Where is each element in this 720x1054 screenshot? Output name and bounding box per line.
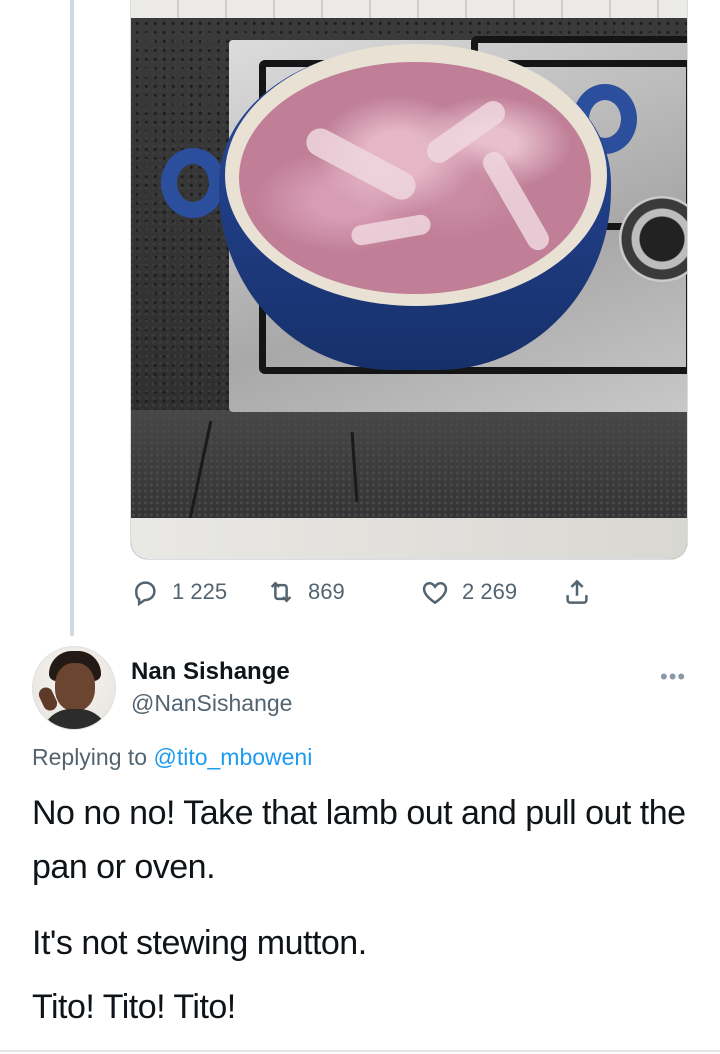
- reply-count: 1 225: [172, 579, 228, 604]
- reply-button[interactable]: 1 225: [130, 574, 227, 610]
- tweet-text-paragraph: No no no! Take that lamb out and pull ou…: [32, 794, 686, 886]
- replying-prefix: Replying to: [32, 744, 154, 770]
- like-count: 2 269: [462, 579, 518, 604]
- avatar[interactable]: [32, 646, 116, 730]
- lamb-in-water: [239, 62, 591, 294]
- tweet-text-paragraph: It's not stewing mutton.: [32, 924, 367, 962]
- reply-icon: [134, 581, 156, 607]
- replying-to: Replying to @tito_mboweni: [32, 744, 312, 771]
- divider: [0, 1050, 720, 1052]
- tweet-text-paragraph: Tito! Tito! Tito!: [32, 988, 236, 1026]
- like-button[interactable]: 2 269: [420, 574, 517, 610]
- share-icon: [566, 579, 588, 604]
- display-name[interactable]: Nan Sishange: [131, 658, 290, 686]
- more-icon[interactable]: •••: [660, 664, 686, 690]
- retweet-button[interactable]: 869: [266, 574, 345, 610]
- share-button[interactable]: [562, 574, 592, 610]
- like-icon: [422, 581, 448, 605]
- user-handle[interactable]: @NanSishange: [131, 690, 292, 717]
- retweet-icon: [270, 581, 292, 603]
- replying-to-mention[interactable]: @tito_mboweni: [153, 744, 312, 770]
- thread-connector-line: [70, 0, 74, 636]
- retweet-count: 869: [308, 579, 345, 604]
- tweet-photo[interactable]: [130, 0, 688, 560]
